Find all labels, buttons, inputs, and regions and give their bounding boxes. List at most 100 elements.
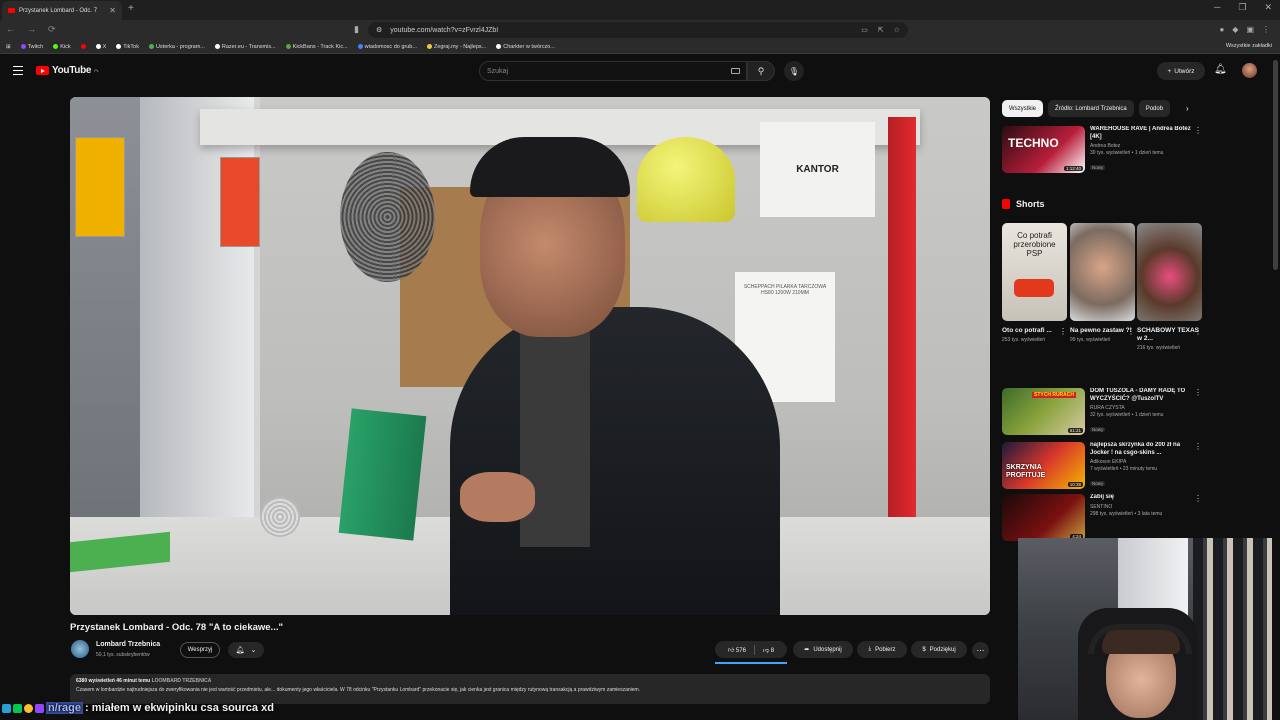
chevron-right-icon[interactable]: › xyxy=(1186,104,1189,113)
star-icon[interactable]: ☆ xyxy=(894,26,900,34)
channel-name[interactable]: Lombard Trzebnica xyxy=(96,641,160,648)
chip-similar[interactable]: Podob xyxy=(1138,100,1171,117)
bookmark-item[interactable]: wiadomosc do grub... xyxy=(357,44,417,50)
extension-icon[interactable]: ▣ xyxy=(1246,25,1254,34)
chip-all[interactable]: Wszystkie xyxy=(1002,100,1043,117)
bookmark-item[interactable]: KickBans - Track Kic... xyxy=(285,44,348,50)
rec-channel: SENTINO xyxy=(1090,503,1113,510)
share-page-icon[interactable]: ⇱ xyxy=(878,26,884,34)
chat-username: n/rage xyxy=(46,702,84,714)
new-badge: Nowy xyxy=(1090,427,1106,432)
thanks-button[interactable]: $ Podziękuj xyxy=(911,641,967,658)
back-icon[interactable]: ← xyxy=(6,24,15,35)
video-thumbnail[interactable]: TECHNO 1:12:40 xyxy=(1002,126,1085,173)
microphone-icon: 🎙︎ xyxy=(788,66,800,76)
reload-icon[interactable]: ⟳ xyxy=(48,24,56,35)
menu-dots-icon[interactable]: ⋮ xyxy=(1262,25,1270,34)
view-count: 6380 wyświetleń 46 minut temu xyxy=(76,678,151,684)
channel-avatar[interactable] xyxy=(71,640,89,658)
subscriber-count: 50,1 tys. subskrybentów xyxy=(96,652,150,658)
hashtag[interactable]: LOOMBARD TRZEBNICA xyxy=(152,678,212,684)
hamburger-menu-icon[interactable] xyxy=(13,66,23,75)
minimize-icon[interactable]: ─ xyxy=(1214,2,1220,13)
account-avatar[interactable] xyxy=(1242,63,1257,78)
short-title: Oto co potrafi ... xyxy=(1002,327,1052,334)
restore-icon[interactable]: ❐ xyxy=(1238,2,1246,13)
more-dots-icon[interactable]: ⋮ xyxy=(1059,327,1067,336)
cast-icon[interactable]: ▭ xyxy=(861,26,868,34)
short-item[interactable]: SCHABOWY TEXAS w 2... 216 tys. wyświetle… xyxy=(1137,223,1202,352)
chevron-down-icon: ⌄ xyxy=(250,647,257,654)
apps-icon[interactable]: ⊞ xyxy=(6,44,11,50)
recommended-video[interactable]: TECHNO 1:12:40 WAREHOUSE RAVE | Andrea Bo… xyxy=(1002,126,1202,178)
site-info-icon[interactable]: ⚙ xyxy=(376,26,382,34)
bookmark-item[interactable]: X xyxy=(95,44,106,50)
page-scrollbar[interactable] xyxy=(1273,60,1278,270)
short-item[interactable]: Na pewno zastaw ?! 99 tys. wyświetleń ⋮ xyxy=(1070,223,1135,344)
rec-channel[interactable]: Andrea Botez xyxy=(1090,143,1196,149)
more-dots-icon[interactable]: ⋮ xyxy=(1194,442,1202,451)
subscription-bell-button[interactable]: 🔔︎ ⌄ xyxy=(228,642,264,658)
kantor-sign: KANTOR xyxy=(760,122,875,217)
search-button[interactable]: ⚲ xyxy=(747,61,775,81)
bookmark-item[interactable]: Razer.eu - Transmis... xyxy=(214,44,276,50)
more-dots-icon[interactable]: ⋮ xyxy=(1194,388,1202,397)
share-button[interactable]: ➦ Udostępnij xyxy=(793,641,853,658)
new-tab-icon[interactable]: + xyxy=(128,3,134,14)
chat-badge-icon xyxy=(2,703,11,713)
short-title: SCHABOWY TEXAS w 2... xyxy=(1137,327,1199,342)
bookmark-item[interactable]: Charkter w twórczo... xyxy=(496,44,555,50)
bookmark-item[interactable]: Kick xyxy=(53,44,71,50)
shorts-icon xyxy=(1002,199,1010,209)
keyboard-icon[interactable] xyxy=(731,68,740,74)
more-dots-icon[interactable]: ⋮ xyxy=(1194,327,1202,336)
all-bookmarks[interactable]: Wszystkie zakładki xyxy=(1226,43,1272,49)
video-player[interactable]: KANTOR SCHEPPACH PILARKA TARCZOWA HS80 1… xyxy=(70,97,990,615)
omnibox[interactable]: ⚙ youtube.com/watch?v=zFvrzl4JZbI ▭ ⇱ ☆ xyxy=(368,22,908,38)
notifications-bell-icon[interactable]: 🔔︎ xyxy=(1214,64,1227,75)
bookmark-item[interactable] xyxy=(80,44,86,49)
browser-tab[interactable]: Przystanek Lombard - Odc. 7 ✕ xyxy=(2,1,122,20)
dislike-button[interactable]: 👎︎ 8 xyxy=(763,646,774,654)
more-dots-icon[interactable]: ⋮ xyxy=(1127,327,1135,336)
more-actions-button[interactable]: ⋯ xyxy=(972,642,989,659)
short-views: 99 tys. wyświetleń xyxy=(1070,337,1111,343)
create-button[interactable]: + Utwórz xyxy=(1157,62,1205,80)
voice-search-button[interactable]: 🎙︎ xyxy=(784,61,804,81)
chat-text: : miałem w ekwipinku csa sourca xd xyxy=(85,702,274,714)
bookmark-item[interactable]: Zegraj.my - Najleps... xyxy=(426,44,486,50)
bookmark-item[interactable]: TikTok xyxy=(116,44,139,50)
recommended-video[interactable]: STYCH RURACH 51:21 DOM TUSZOLA - DAMY RAD… xyxy=(1002,388,1202,440)
more-dots-icon[interactable]: ⋮ xyxy=(1194,126,1202,135)
chip-source[interactable]: Źródło: Lombard Trzebnica xyxy=(1048,100,1134,117)
bookmark-item[interactable]: Twitch xyxy=(20,44,43,50)
like-dislike-group: 👍︎ 576 👎︎ 8 xyxy=(715,641,787,658)
youtube-logo[interactable]: YouTube PL xyxy=(36,65,99,76)
short-thumbnail xyxy=(1070,223,1135,321)
more-dots-icon[interactable]: ⋮ xyxy=(1194,494,1202,503)
close-tab-icon[interactable]: ✕ xyxy=(109,6,116,15)
like-button[interactable]: 👍︎ 576 xyxy=(728,646,746,654)
url-text[interactable]: youtube.com/watch?v=zFvrzl4JZbI xyxy=(390,27,498,34)
thumbs-down-icon: 👎︎ xyxy=(762,647,770,654)
bookmark-icon[interactable]: ▮ xyxy=(354,24,359,35)
forward-icon[interactable]: → xyxy=(27,24,36,35)
bookmark-item[interactable]: Usterka - program... xyxy=(148,44,205,50)
extension-icon[interactable]: ◆ xyxy=(1232,25,1238,34)
download-button[interactable]: ⤓ Pobierz xyxy=(857,641,907,658)
rec-views: 7 wyświetleń • 23 minuty temu xyxy=(1090,466,1158,472)
rec-title: Zabij się xyxy=(1090,494,1115,500)
support-button[interactable]: Wesprzyj xyxy=(180,642,220,658)
rec-views: 298 tys. wyświetleń • 3 lata temu xyxy=(1090,510,1163,517)
like-ratio-bar xyxy=(715,662,787,664)
plus-icon: + xyxy=(1167,67,1172,75)
recommended-video[interactable]: SKRZYNIA PROFITUJE 10:39 najlepsza skrzyn… xyxy=(1002,442,1202,494)
rec-views: 32 tys. wyświetleń • 1 dzień temu xyxy=(1090,412,1164,418)
short-item[interactable]: Co potrafi przerobione PSP Oto co potraf… xyxy=(1002,223,1067,344)
extension-icon[interactable]: ● xyxy=(1219,25,1224,34)
close-window-icon[interactable]: ✕ xyxy=(1264,2,1272,13)
rec-title[interactable]: WAREHOUSE RAVE | Andrea Botez [4K] xyxy=(1090,126,1196,141)
search-input[interactable]: Szukaj xyxy=(479,61,747,81)
description-text: Czasem w lombardzie najtrudniejsza do zw… xyxy=(76,687,641,693)
rec-channel: Adikoson EKIPA xyxy=(1090,459,1127,465)
